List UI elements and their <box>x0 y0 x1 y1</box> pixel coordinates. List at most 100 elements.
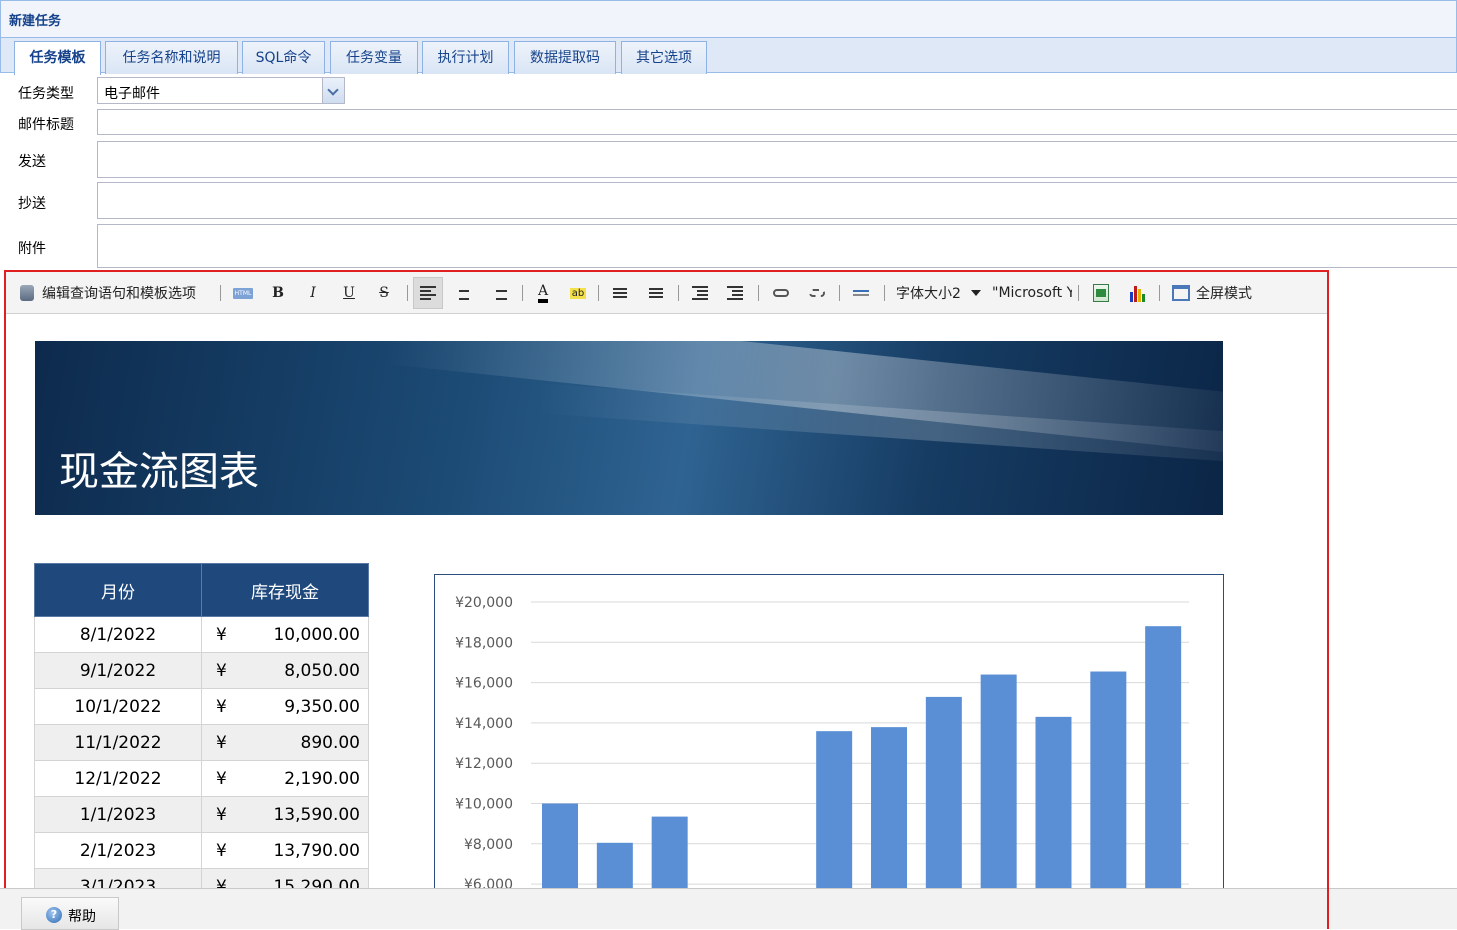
subject-input[interactable] <box>97 109 1457 135</box>
chart-bar <box>651 816 688 889</box>
edit-query-button[interactable]: 编辑查询语句和模板选项 <box>20 281 196 305</box>
currency-cell: ¥ <box>201 688 242 725</box>
to-input[interactable] <box>97 141 1457 178</box>
align-left-button[interactable] <box>413 277 443 309</box>
toolbar-separator <box>407 285 408 301</box>
chart-bar <box>980 674 1017 889</box>
insert-chart-button[interactable] <box>1122 281 1152 305</box>
horizontal-rule-button[interactable] <box>846 281 876 305</box>
font-family-dropdown[interactable]: "Microsoft Ya <box>992 281 1072 305</box>
bold-button[interactable]: B <box>263 281 293 305</box>
toolbar-separator <box>220 285 221 301</box>
chart-bar <box>816 731 853 889</box>
numbered-list-button[interactable] <box>641 281 671 305</box>
insert-link-button[interactable] <box>766 281 796 305</box>
html-source-button[interactable]: HTML <box>228 281 258 305</box>
currency-cell: ¥ <box>201 652 242 689</box>
task-type-select[interactable]: 电子邮件 <box>97 77 345 104</box>
currency-cell: ¥ <box>201 760 242 797</box>
underline-button[interactable]: U <box>334 281 364 305</box>
month-cell: 11/1/2022 <box>34 724 202 761</box>
align-right-button[interactable] <box>484 281 514 305</box>
to-label: 发送 <box>18 154 46 170</box>
y-tick-label: ¥16,000 <box>455 676 513 692</box>
cash-value-cell: 13,590.00 <box>241 796 369 833</box>
toolbar-separator <box>758 285 759 301</box>
cash-value-cell: 8,050.00 <box>241 652 369 689</box>
excel-icon <box>1093 284 1109 302</box>
help-button[interactable]: ? 帮助 <box>21 897 119 930</box>
currency-cell: ¥ <box>201 616 242 653</box>
task-type-label: 任务类型 <box>18 86 74 102</box>
attachment-label: 附件 <box>18 241 46 257</box>
toolbar-separator <box>1159 285 1160 301</box>
currency-cell: ¥ <box>201 724 242 761</box>
table-row: 11/1/2022 ¥890.00 <box>34 724 369 761</box>
tab-schedule[interactable]: 执行计划 <box>422 41 509 74</box>
month-cell: 8/1/2022 <box>34 616 202 653</box>
table-row: 12/1/2022 ¥2,190.00 <box>34 760 369 797</box>
chart-bar <box>1090 671 1127 889</box>
banner-title: 现金流图表 <box>59 449 259 495</box>
cash-table: 月份 库存现金 8/1/2022 ¥10,000.00 9/1/2022 ¥8,050… <box>34 563 369 889</box>
y-tick-label: ¥10,000 <box>455 797 513 813</box>
numbered-list-icon <box>649 288 663 298</box>
insert-table-button[interactable] <box>1086 281 1116 305</box>
cc-label: 抄送 <box>18 196 46 212</box>
month-cell: 10/1/2022 <box>34 688 202 725</box>
month-cell: 3/1/2023 <box>34 868 202 889</box>
tab-template[interactable]: 任务模板 <box>14 41 101 75</box>
font-size-label: 字体大小2 <box>896 286 961 302</box>
indent-icon <box>727 286 743 300</box>
edit-query-label: 编辑查询语句和模板选项 <box>42 286 196 302</box>
bullet-list-button[interactable] <box>605 281 635 305</box>
cash-flow-chart: ¥20,000 ¥18,000 ¥16,000 ¥14,000 ¥12,000 ¥10,0… <box>434 574 1224 889</box>
tab-variables[interactable]: 任务变量 <box>330 41 418 74</box>
unlink-icon <box>809 289 825 297</box>
y-tick-label: ¥8,000 <box>464 837 513 853</box>
chevron-down-icon[interactable] <box>322 78 344 103</box>
y-tick-label: ¥18,000 <box>455 635 513 651</box>
toolbar-separator <box>884 285 885 301</box>
strikethrough-button[interactable]: S <box>369 281 399 305</box>
table-row: 9/1/2022 ¥8,050.00 <box>34 652 369 689</box>
attachment-input[interactable] <box>97 224 1457 268</box>
outdent-icon <box>692 286 708 300</box>
table-row: 10/1/2022 ¥9,350.00 <box>34 688 369 725</box>
font-size-dropdown[interactable]: 字体大小2 <box>896 281 981 305</box>
highlight-button[interactable]: ab <box>563 281 593 305</box>
tab-extract-code[interactable]: 数据提取码 <box>514 41 616 74</box>
editor-toolbar: 编辑查询语句和模板选项 HTML B I U S A ab 字体大小2 "Mic… <box>6 272 1327 314</box>
chart-bar <box>871 727 907 889</box>
chart-bar <box>1035 716 1072 889</box>
bullet-list-icon <box>613 288 627 298</box>
fullscreen-button[interactable]: 全屏模式 <box>1172 281 1252 305</box>
month-cell: 1/1/2023 <box>34 796 202 833</box>
remove-link-button[interactable] <box>802 281 832 305</box>
tab-sql[interactable]: SQL命令 <box>242 41 325 74</box>
tab-other-options[interactable]: 其它选项 <box>621 41 707 74</box>
indent-button[interactable] <box>720 281 750 305</box>
cash-value-cell: 15,290.00 <box>241 868 369 889</box>
month-cell: 12/1/2022 <box>34 760 202 797</box>
table-row: 1/1/2023 ¥13,590.00 <box>34 796 369 833</box>
toolbar-separator <box>678 285 679 301</box>
rich-text-editor: 编辑查询语句和模板选项 HTML B I U S A ab 字体大小2 "Mic… <box>4 270 1329 929</box>
tab-task-name[interactable]: 任务名称和说明 <box>105 41 238 74</box>
caret-down-icon <box>970 290 981 296</box>
highlight-border-right <box>1327 888 1329 929</box>
currency-cell: ¥ <box>201 832 242 869</box>
chart-bar <box>542 803 578 889</box>
table-header-cash: 库存现金 <box>201 563 369 617</box>
task-type-value: 电子邮件 <box>104 86 160 102</box>
editor-content[interactable]: 现金流图表 月份 库存现金 8/1/2022 ¥10,000.00 9/1/2022… <box>10 314 1327 889</box>
font-color-button[interactable]: A <box>528 281 558 305</box>
cc-input[interactable] <box>97 182 1457 219</box>
align-left-icon <box>420 286 436 300</box>
italic-button[interactable]: I <box>298 281 328 305</box>
font-family-label: "Microsoft Ya <box>992 285 1072 301</box>
cash-value-cell: 9,350.00 <box>241 688 369 725</box>
currency-cell: ¥ <box>201 796 242 833</box>
align-center-button[interactable] <box>449 281 479 305</box>
outdent-button[interactable] <box>685 281 715 305</box>
